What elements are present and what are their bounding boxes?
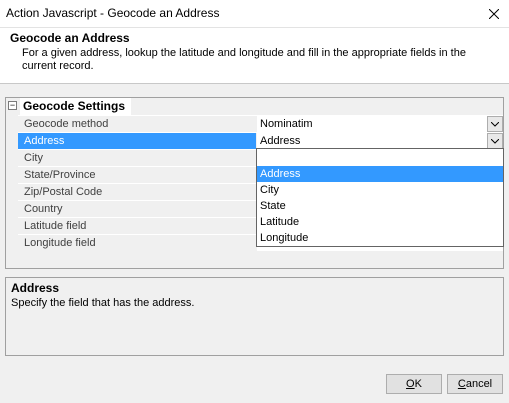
property-name: City bbox=[24, 152, 43, 164]
description-text: Specify the field that has the address. bbox=[11, 297, 195, 309]
description-panel: Address Specify the field that has the a… bbox=[5, 277, 504, 356]
property-value-text: Address bbox=[260, 135, 301, 147]
window-title: Action Javascript - Geocode an Address bbox=[6, 6, 220, 20]
dropdown-option[interactable] bbox=[257, 149, 503, 166]
dropdown-list[interactable]: Address City State Latitude Longitude bbox=[256, 148, 504, 247]
cancel-label: ancel bbox=[465, 378, 493, 390]
property-value[interactable]: Address bbox=[257, 133, 503, 149]
dropdown-option[interactable]: City bbox=[257, 182, 503, 198]
property-name: Zip/Postal Code bbox=[24, 186, 103, 198]
property-name: Address bbox=[18, 133, 256, 149]
header-title: Geocode an Address bbox=[10, 31, 130, 45]
dropdown-option[interactable]: State bbox=[257, 198, 503, 214]
property-value[interactable]: Nominatim bbox=[257, 116, 503, 132]
ok-label: K bbox=[414, 378, 422, 390]
chevron-down-icon bbox=[491, 138, 499, 144]
property-value-text: Nominatim bbox=[260, 118, 313, 130]
close-button[interactable] bbox=[479, 0, 509, 28]
cancel-mnemonic: C bbox=[457, 378, 466, 390]
dropdown-option[interactable]: Longitude bbox=[257, 230, 503, 246]
dropdown-option[interactable]: Latitude bbox=[257, 214, 503, 230]
collapse-icon[interactable]: − bbox=[8, 101, 17, 110]
property-name: Longitude field bbox=[24, 237, 96, 249]
header-description: For a given address, lookup the latitude… bbox=[22, 47, 466, 72]
cancel-button[interactable]: Cancel bbox=[447, 374, 503, 394]
ok-button[interactable]: OK bbox=[386, 374, 442, 394]
property-name: Latitude field bbox=[24, 220, 87, 232]
property-name: State/Province bbox=[24, 169, 96, 181]
property-name: Geocode method bbox=[24, 118, 109, 130]
property-row-address[interactable]: Address Address bbox=[18, 132, 503, 149]
close-icon bbox=[489, 9, 499, 19]
header-panel: Geocode an Address For a given address, … bbox=[0, 28, 509, 84]
dropdown-button[interactable] bbox=[487, 133, 503, 149]
dropdown-option[interactable]: Address bbox=[257, 166, 503, 182]
title-bar: Action Javascript - Geocode an Address bbox=[0, 0, 509, 28]
chevron-down-icon bbox=[491, 121, 499, 127]
description-title: Address bbox=[11, 281, 60, 295]
category-label: Geocode Settings bbox=[20, 98, 132, 115]
property-row-geocode-method[interactable]: Geocode method Nominatim bbox=[18, 115, 503, 132]
property-name: Country bbox=[24, 203, 63, 215]
category-row: − Geocode Settings bbox=[6, 98, 503, 115]
dropdown-button[interactable] bbox=[487, 116, 503, 132]
ok-mnemonic: O bbox=[406, 378, 415, 390]
